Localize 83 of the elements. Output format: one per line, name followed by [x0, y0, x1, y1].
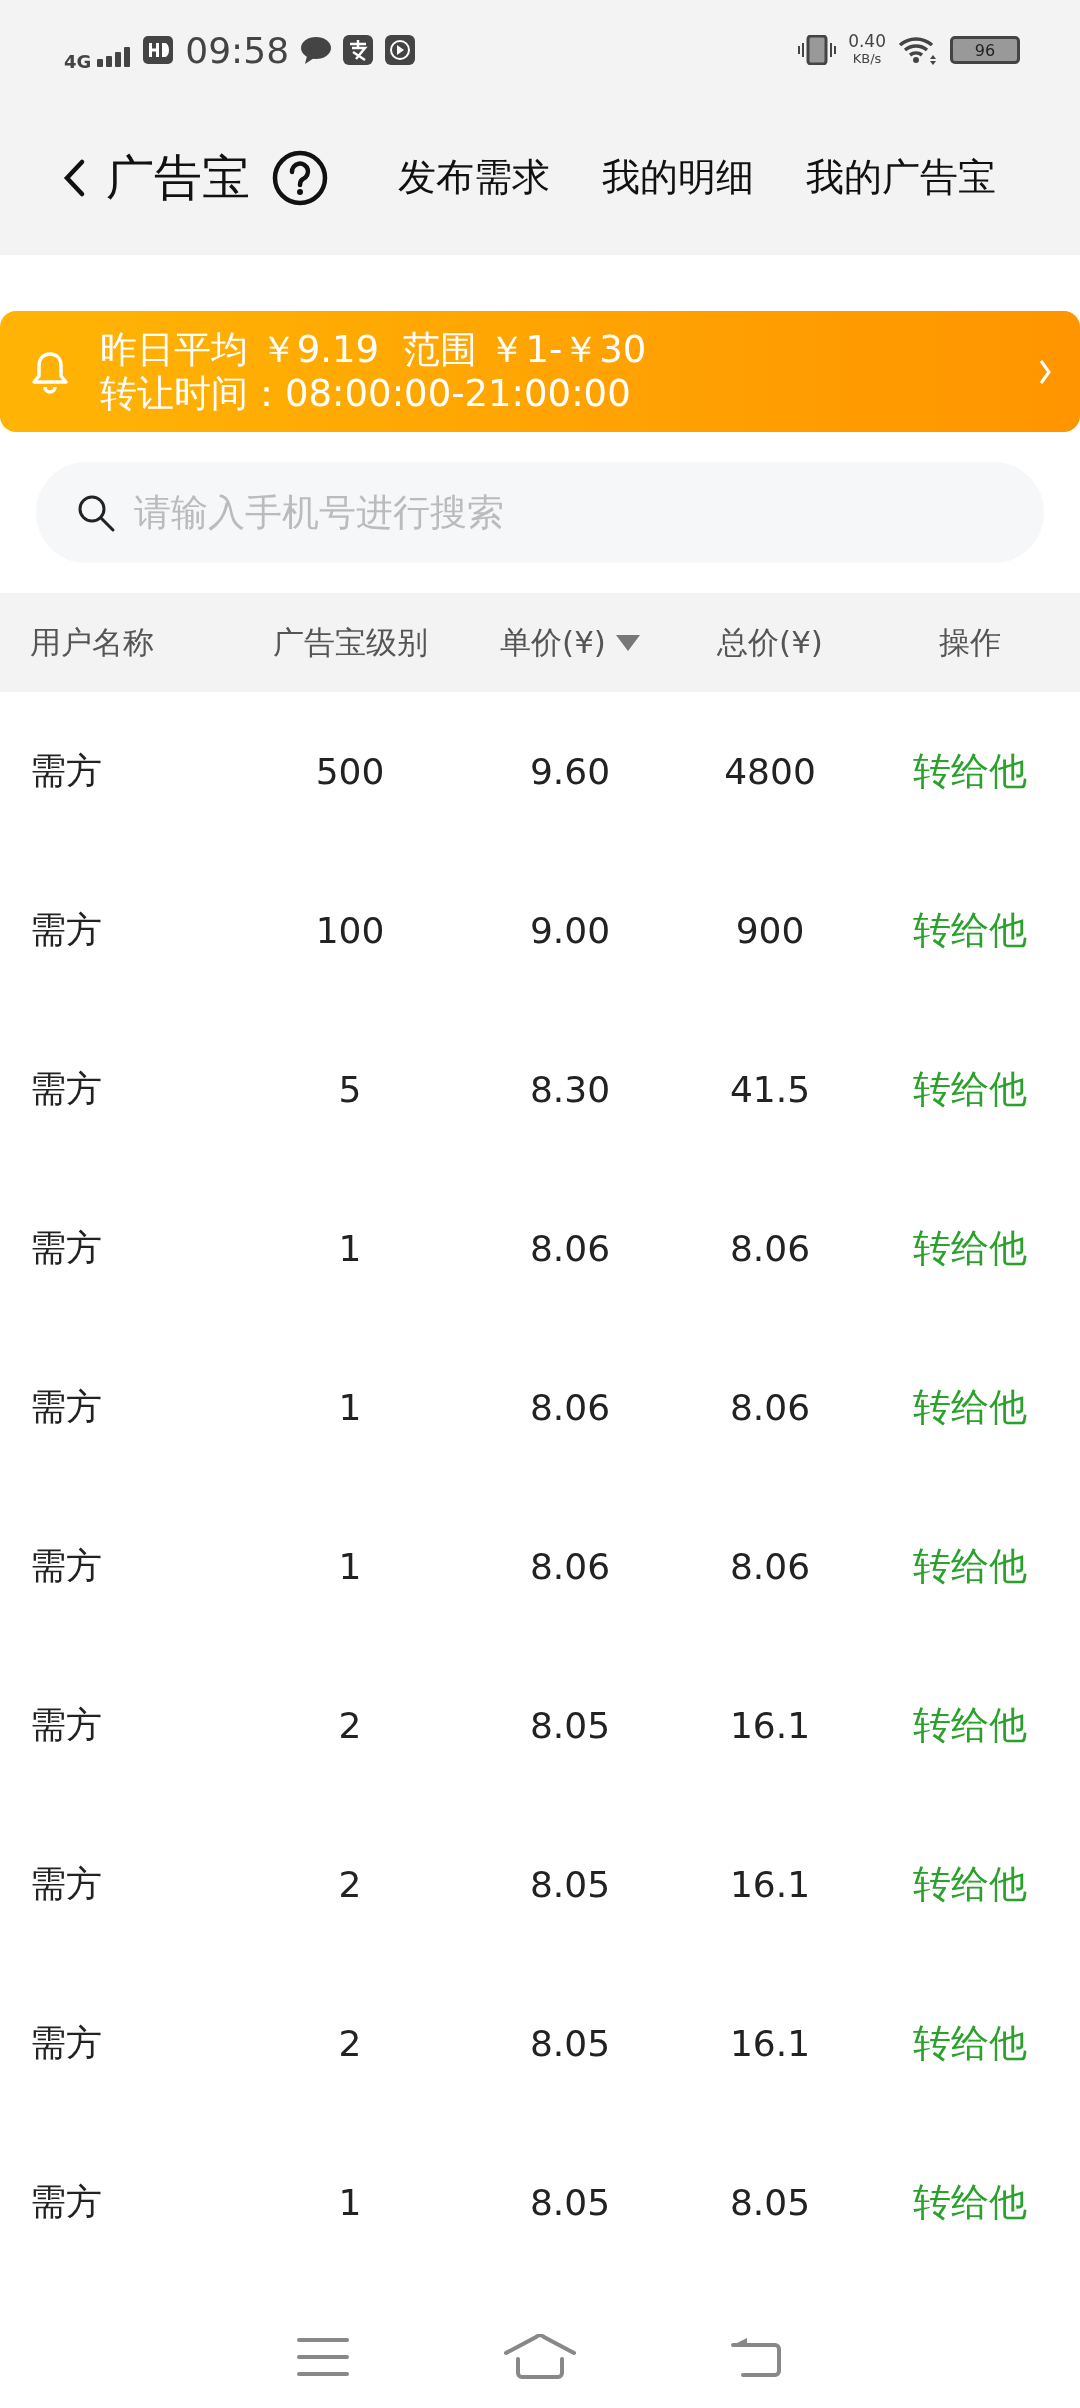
table-cell: 1 [338, 1387, 362, 1428]
search-icon [76, 493, 116, 533]
app-icon [343, 35, 374, 65]
table-cell: 8.05 [529, 1705, 611, 1746]
clock: 09:58 [185, 29, 290, 71]
table-cell: 8.30 [529, 1069, 611, 1110]
transfer-link[interactable]: 转给他 [913, 1382, 1027, 1433]
table-cell-text: 需方 [30, 1544, 102, 1588]
search-field[interactable]: 请输入手机号进行搜索 [36, 462, 1044, 563]
header-link[interactable]: 我的广告宝 [806, 152, 996, 203]
transfer-link[interactable]: 转给他 [913, 1064, 1027, 1115]
table-cell: 8.05 [529, 2182, 611, 2223]
table-cell: 41.5 [729, 1069, 811, 1110]
table-cell: 900 [735, 910, 805, 951]
table-cell: 1 [338, 1546, 362, 1587]
transfer-link[interactable]: 转给他 [913, 905, 1027, 956]
table-cell: 9.00 [529, 910, 611, 951]
transfer-link[interactable]: 转给他 [913, 746, 1027, 797]
table-cell: 4800 [724, 751, 816, 792]
table-cell: 8.06 [729, 1228, 811, 1269]
table-cell: 8.06 [729, 1546, 811, 1587]
vibrate-icon [798, 35, 837, 65]
table-cell-text: 需方 [30, 1703, 102, 1747]
table-cell: 1 [338, 1228, 362, 1269]
battery-icon: 96 [950, 36, 1020, 64]
back-nav-icon[interactable] [730, 2335, 783, 2379]
table-cell: 2 [338, 1705, 362, 1746]
column-header[interactable]: 用户名称 [30, 621, 154, 664]
table-cell: 8.06 [529, 1228, 611, 1269]
table-cell: 16.1 [729, 1864, 811, 1905]
bell-icon [30, 349, 70, 394]
table-cell: 1 [338, 2182, 362, 2223]
header-link[interactable]: 发布需求 [398, 152, 550, 203]
notice-banner[interactable]: 昨日平均 ￥9.19 范围 ￥1-￥30 转让时间：08:00:00-21:00:00 [0, 311, 1080, 432]
table-cell: 9.60 [529, 751, 611, 792]
menu-icon[interactable] [297, 2337, 350, 2377]
table-cell: 2 [338, 1864, 362, 1905]
table-cell: 8.06 [529, 1387, 611, 1428]
table-cell: 500 [315, 751, 385, 792]
table-cell-text: 需方 [30, 1067, 102, 1111]
back-icon[interactable] [62, 157, 86, 198]
table-cell-text: 需方 [30, 749, 102, 793]
table-cell: 100 [315, 910, 385, 951]
transfer-link[interactable]: 转给他 [913, 2018, 1027, 2069]
header-link[interactable]: 我的明细 [602, 152, 754, 203]
page-title: 广告宝 [106, 147, 250, 207]
column-header[interactable]: 操作 [939, 621, 1001, 664]
speed-value: 0.40 [848, 33, 886, 50]
play-icon [385, 35, 416, 65]
transfer-link[interactable]: 转给他 [913, 1859, 1027, 1910]
table-cell-text: 需方 [30, 2180, 102, 2224]
help-icon[interactable] [272, 149, 328, 206]
chat-bubble-icon [301, 36, 332, 64]
hd-icon [143, 36, 174, 64]
table-cell: 8.05 [729, 2182, 811, 2223]
table-cell: 16.1 [729, 2023, 811, 2064]
table-cell: 8.05 [529, 1864, 611, 1905]
column-header[interactable]: 单价(¥) [500, 621, 606, 664]
table-cell: 8.06 [529, 1546, 611, 1587]
speed-unit: KB/s [852, 50, 882, 67]
signal-icon [97, 47, 132, 67]
banner-text: 转让时间：08:00:00-21:00:00 [100, 371, 632, 416]
table-cell: 5 [338, 1069, 362, 1110]
table-cell: 2 [338, 2023, 362, 2064]
column-header[interactable]: 总价(¥) [717, 621, 823, 664]
table-cell-text: 需方 [30, 2021, 102, 2065]
wifi-icon [898, 35, 938, 65]
column-header[interactable]: 广告宝级别 [272, 621, 428, 664]
transfer-link[interactable]: 转给他 [913, 1541, 1027, 1592]
table-cell: 8.05 [529, 2023, 611, 2064]
table-cell-text: 需方 [30, 1385, 102, 1429]
table-cell: 16.1 [729, 1705, 811, 1746]
table-cell-text: 需方 [30, 1226, 102, 1270]
table-cell: 8.06 [729, 1387, 811, 1428]
home-icon[interactable] [504, 2334, 576, 2380]
table-cell-text: 需方 [30, 1862, 102, 1906]
sort-down-icon[interactable] [615, 634, 640, 651]
banner-text: 昨日平均 ￥9.19 范围 ￥1-￥30 [100, 327, 648, 372]
table-cell-text: 需方 [30, 908, 102, 952]
transfer-link[interactable]: 转给他 [913, 1700, 1027, 1751]
network-type: 4G [64, 50, 92, 72]
transfer-link[interactable]: 转给他 [913, 2177, 1027, 2228]
transfer-link[interactable]: 转给他 [913, 1223, 1027, 1274]
